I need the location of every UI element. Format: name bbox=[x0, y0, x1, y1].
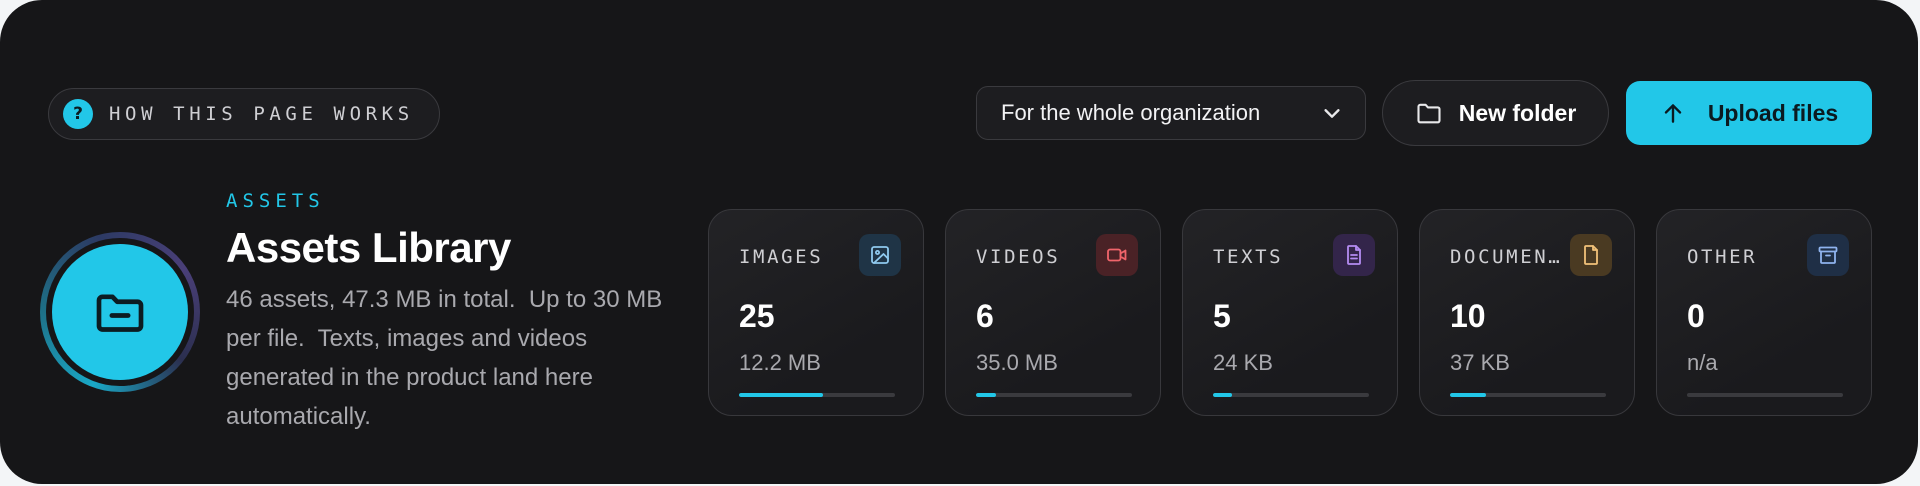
stat-card-count: 25 bbox=[739, 298, 775, 334]
page-title: Assets Library bbox=[226, 224, 511, 271]
stat-card-count: 6 bbox=[976, 298, 994, 334]
upload-files-button[interactable]: Upload files bbox=[1626, 81, 1872, 145]
stat-card-count: 0 bbox=[1687, 298, 1705, 334]
image-icon bbox=[871, 246, 889, 264]
stat-card-progress bbox=[1450, 393, 1606, 397]
stat-card-label: DOCUMENTS bbox=[1450, 246, 1560, 268]
stat-card-label: VIDEOS bbox=[976, 246, 1061, 268]
question-icon: ? bbox=[63, 99, 93, 129]
hero-ring-gap bbox=[46, 238, 194, 386]
stat-card-label: IMAGES bbox=[739, 246, 824, 268]
stat-card-badge bbox=[1096, 234, 1138, 276]
hero-disc bbox=[52, 244, 188, 380]
upload-files-label: Upload files bbox=[1707, 99, 1839, 126]
stat-card-progress bbox=[1687, 393, 1843, 397]
stat-card-label: OTHER bbox=[1687, 246, 1758, 268]
scope-select[interactable]: For the whole organization bbox=[976, 86, 1366, 140]
stat-card-other[interactable]: OTHER 0 n/a bbox=[1656, 209, 1872, 416]
stat-card-progress-fill bbox=[1450, 393, 1486, 397]
assets-hero-icon bbox=[40, 232, 200, 392]
archive-icon bbox=[1818, 246, 1838, 264]
stat-card-images[interactable]: IMAGES 25 12.2 MB bbox=[708, 209, 924, 416]
stat-card-count: 10 bbox=[1450, 298, 1486, 334]
arrow-up-icon bbox=[1664, 104, 1682, 123]
stat-card-progress bbox=[976, 393, 1132, 397]
stat-card-badge bbox=[859, 234, 901, 276]
assets-header-panel: ? HOW THIS PAGE WORKS For the whole orga… bbox=[0, 0, 1918, 484]
how-this-page-works-label: HOW THIS PAGE WORKS bbox=[109, 103, 414, 125]
chevron-down-icon bbox=[1324, 109, 1340, 118]
page-description: 46 assets, 47.3 MB in total. Up to 30 MB… bbox=[226, 286, 669, 430]
stat-card-progress-fill bbox=[1213, 393, 1232, 397]
stat-card-texts[interactable]: TEXTS 5 24 KB bbox=[1182, 209, 1398, 416]
stat-card-progress bbox=[1213, 393, 1369, 397]
stat-card-documents[interactable]: DOCUMENTS 10 37 KB bbox=[1419, 209, 1635, 416]
stat-card-size: 24 KB bbox=[1213, 350, 1273, 375]
video-icon bbox=[1107, 248, 1127, 262]
stat-card-badge bbox=[1807, 234, 1849, 276]
stat-card-progress-fill bbox=[739, 393, 824, 397]
stat-card-size: 37 KB bbox=[1450, 350, 1510, 375]
stat-card-badge bbox=[1333, 234, 1375, 276]
stat-card-size: 35.0 MB bbox=[976, 350, 1058, 375]
text-file-icon bbox=[1347, 245, 1361, 265]
stat-card-count: 5 bbox=[1213, 298, 1231, 334]
how-this-page-works-button[interactable]: ? HOW THIS PAGE WORKS bbox=[48, 88, 440, 140]
folder-icon bbox=[1417, 103, 1441, 124]
stat-card-videos[interactable]: VIDEOS 6 35.0 MB bbox=[945, 209, 1161, 416]
stat-card-size: 12.2 MB bbox=[739, 350, 821, 375]
document-icon bbox=[1584, 245, 1598, 265]
new-folder-label: New folder bbox=[1458, 99, 1577, 126]
stat-card-badge bbox=[1570, 234, 1612, 276]
new-folder-button[interactable]: New folder bbox=[1382, 80, 1609, 146]
stat-card-label: TEXTS bbox=[1213, 246, 1284, 268]
scope-select-value: For the whole organization bbox=[1001, 100, 1261, 125]
section-eyebrow: ASSETS bbox=[226, 190, 325, 212]
folder-minus-icon bbox=[96, 294, 144, 332]
stat-card-size: n/a bbox=[1687, 350, 1718, 375]
stat-card-progress bbox=[739, 393, 895, 397]
stat-card-progress-fill bbox=[976, 393, 997, 397]
